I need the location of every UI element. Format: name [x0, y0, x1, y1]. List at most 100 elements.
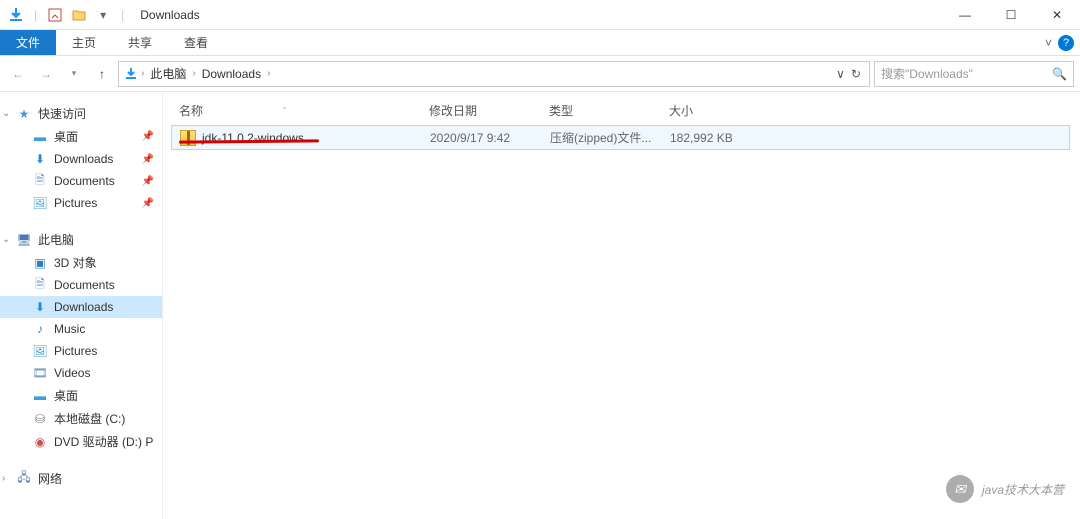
- chevron-down-icon: ⌄: [2, 234, 10, 245]
- file-list-area: 名称 ˆ 修改日期 类型 大小 jdk-11.0.2-windows 2020/…: [162, 92, 1080, 519]
- nav-forward-button[interactable]: →: [34, 62, 58, 86]
- column-header-size[interactable]: 大小: [661, 102, 751, 119]
- videos-icon: 🎞: [32, 365, 48, 381]
- nav-item-desktop-pc[interactable]: ▬ 桌面: [0, 384, 162, 407]
- drive-icon: ⛁: [32, 411, 48, 427]
- help-icon[interactable]: ?: [1058, 35, 1074, 51]
- nav-network-header[interactable]: › 🖧 网络: [0, 467, 162, 490]
- tab-file[interactable]: 文件: [0, 30, 56, 55]
- nav-label: 网络: [38, 470, 62, 487]
- nav-item-pictures[interactable]: 🖼 Pictures 📌: [0, 192, 162, 214]
- column-header-date[interactable]: 修改日期: [421, 102, 541, 119]
- search-input[interactable]: 搜索"Downloads" 🔍: [874, 61, 1074, 87]
- nav-item-music[interactable]: ♪ Music: [0, 318, 162, 340]
- nav-item-videos[interactable]: 🎞 Videos: [0, 362, 162, 384]
- title-bar: | ▾ | Downloads — ☐ ✕: [0, 0, 1080, 30]
- search-icon: 🔍: [1052, 67, 1067, 81]
- address-bar[interactable]: › 此电脑 › Downloads › ∨ ↻: [118, 61, 870, 87]
- window-controls: — ☐ ✕: [942, 0, 1080, 30]
- nav-label: 快速访问: [38, 105, 86, 122]
- search-placeholder: 搜索"Downloads": [881, 65, 1052, 82]
- quick-access-toolbar: | ▾ | Downloads: [0, 5, 200, 25]
- breadcrumb-downloads[interactable]: Downloads: [198, 67, 265, 81]
- tab-share[interactable]: 共享: [112, 30, 168, 55]
- nav-group-quick-access: ⌄ ★ 快速访问 ▬ 桌面 📌 ⬇ Downloads 📌 🗎 Document…: [0, 102, 162, 214]
- nav-item-label: Videos: [54, 366, 90, 380]
- ribbon-expand-icon[interactable]: ˅: [1045, 36, 1052, 50]
- separator: |: [121, 8, 124, 22]
- close-button[interactable]: ✕: [1034, 0, 1080, 30]
- window-title: Downloads: [140, 8, 199, 22]
- address-dropdown-icon[interactable]: ∨: [836, 67, 845, 81]
- nav-recent-dropdown[interactable]: ▾: [62, 62, 86, 86]
- chevron-down-icon: ⌄: [2, 108, 10, 119]
- nav-item-label: 本地磁盘 (C:): [54, 410, 125, 427]
- nav-quick-access-header[interactable]: ⌄ ★ 快速访问: [0, 102, 162, 125]
- nav-item-3d-objects[interactable]: ▣ 3D 对象: [0, 251, 162, 274]
- column-header-type[interactable]: 类型: [541, 102, 661, 119]
- nav-item-drive-c[interactable]: ⛁ 本地磁盘 (C:): [0, 407, 162, 430]
- desktop-icon: ▬: [32, 129, 48, 145]
- nav-item-label: 桌面: [54, 128, 78, 145]
- nav-item-label: Documents: [54, 174, 115, 188]
- nav-item-documents[interactable]: 🗎 Documents 📌: [0, 170, 162, 192]
- pin-icon: 📌: [142, 131, 154, 142]
- qat-dropdown-icon[interactable]: ▾: [93, 5, 113, 25]
- downloads-icon: ⬇: [32, 151, 48, 167]
- downloads-icon: ⬇: [32, 299, 48, 315]
- pin-icon: 📌: [142, 198, 154, 209]
- desktop-icon: ▬: [32, 388, 48, 404]
- refresh-icon[interactable]: ↻: [851, 67, 861, 81]
- nav-item-label: 3D 对象: [54, 254, 97, 271]
- nav-item-downloads-pc[interactable]: ⬇ Downloads: [0, 296, 162, 318]
- nav-item-label: Documents: [54, 278, 115, 292]
- nav-this-pc-header[interactable]: ⌄ 🖥 此电脑: [0, 228, 162, 251]
- nav-group-network: › 🖧 网络: [0, 467, 162, 490]
- nav-item-pictures-pc[interactable]: 🖼 Pictures: [0, 340, 162, 362]
- new-folder-icon[interactable]: [69, 5, 89, 25]
- nav-item-downloads[interactable]: ⬇ Downloads 📌: [0, 148, 162, 170]
- nav-item-label: Pictures: [54, 196, 97, 210]
- watermark: ✉ java技术大本营: [946, 475, 1064, 503]
- 3d-objects-icon: ▣: [32, 255, 48, 271]
- nav-item-desktop[interactable]: ▬ 桌面 📌: [0, 125, 162, 148]
- nav-item-label: Downloads: [54, 300, 113, 314]
- wechat-icon: ✉: [946, 475, 974, 503]
- breadcrumb-this-pc[interactable]: 此电脑: [146, 65, 190, 82]
- watermark-text: java技术大本营: [982, 481, 1064, 498]
- column-headers: 名称 ˆ 修改日期 类型 大小: [171, 98, 1070, 123]
- documents-icon: 🗎: [32, 173, 48, 189]
- pictures-icon: 🖼: [32, 343, 48, 359]
- column-label: 名称: [179, 102, 203, 119]
- music-icon: ♪: [32, 321, 48, 337]
- chevron-right-icon: ›: [2, 473, 5, 484]
- tab-home[interactable]: 主页: [56, 30, 112, 55]
- breadcrumb-sep: ›: [141, 68, 144, 79]
- separator: |: [34, 8, 37, 22]
- pin-icon: 📌: [142, 176, 154, 187]
- nav-up-button[interactable]: ↑: [90, 62, 114, 86]
- dvd-icon: ◉: [32, 434, 48, 450]
- downloads-path-icon: [123, 66, 139, 82]
- file-date-cell: 2020/9/17 9:42: [422, 131, 542, 145]
- navigation-pane: ⌄ ★ 快速访问 ▬ 桌面 📌 ⬇ Downloads 📌 🗎 Document…: [0, 92, 162, 519]
- nav-item-dvd-drive[interactable]: ◉ DVD 驱动器 (D:) P: [0, 430, 162, 453]
- file-row[interactable]: jdk-11.0.2-windows 2020/9/17 9:42 压缩(zip…: [171, 125, 1070, 150]
- nav-item-label: Downloads: [54, 152, 113, 166]
- pictures-icon: 🖼: [32, 195, 48, 211]
- network-icon: 🖧: [16, 471, 32, 487]
- nav-back-button[interactable]: ←: [6, 62, 30, 86]
- file-type-cell: 压缩(zipped)文件...: [542, 129, 662, 146]
- documents-icon: 🗎: [32, 277, 48, 293]
- maximize-button[interactable]: ☐: [988, 0, 1034, 30]
- tab-view[interactable]: 查看: [168, 30, 224, 55]
- ribbon-tabs: 文件 主页 共享 查看 ˅ ?: [0, 30, 1080, 56]
- nav-item-label: 桌面: [54, 387, 78, 404]
- downloads-folder-icon: [6, 5, 26, 25]
- nav-item-documents-pc[interactable]: 🗎 Documents: [0, 274, 162, 296]
- minimize-button[interactable]: —: [942, 0, 988, 30]
- nav-item-label: DVD 驱动器 (D:) P: [54, 433, 153, 450]
- properties-icon[interactable]: [45, 5, 65, 25]
- file-size-cell: 182,992 KB: [662, 131, 752, 145]
- column-header-name[interactable]: 名称 ˆ: [171, 102, 421, 119]
